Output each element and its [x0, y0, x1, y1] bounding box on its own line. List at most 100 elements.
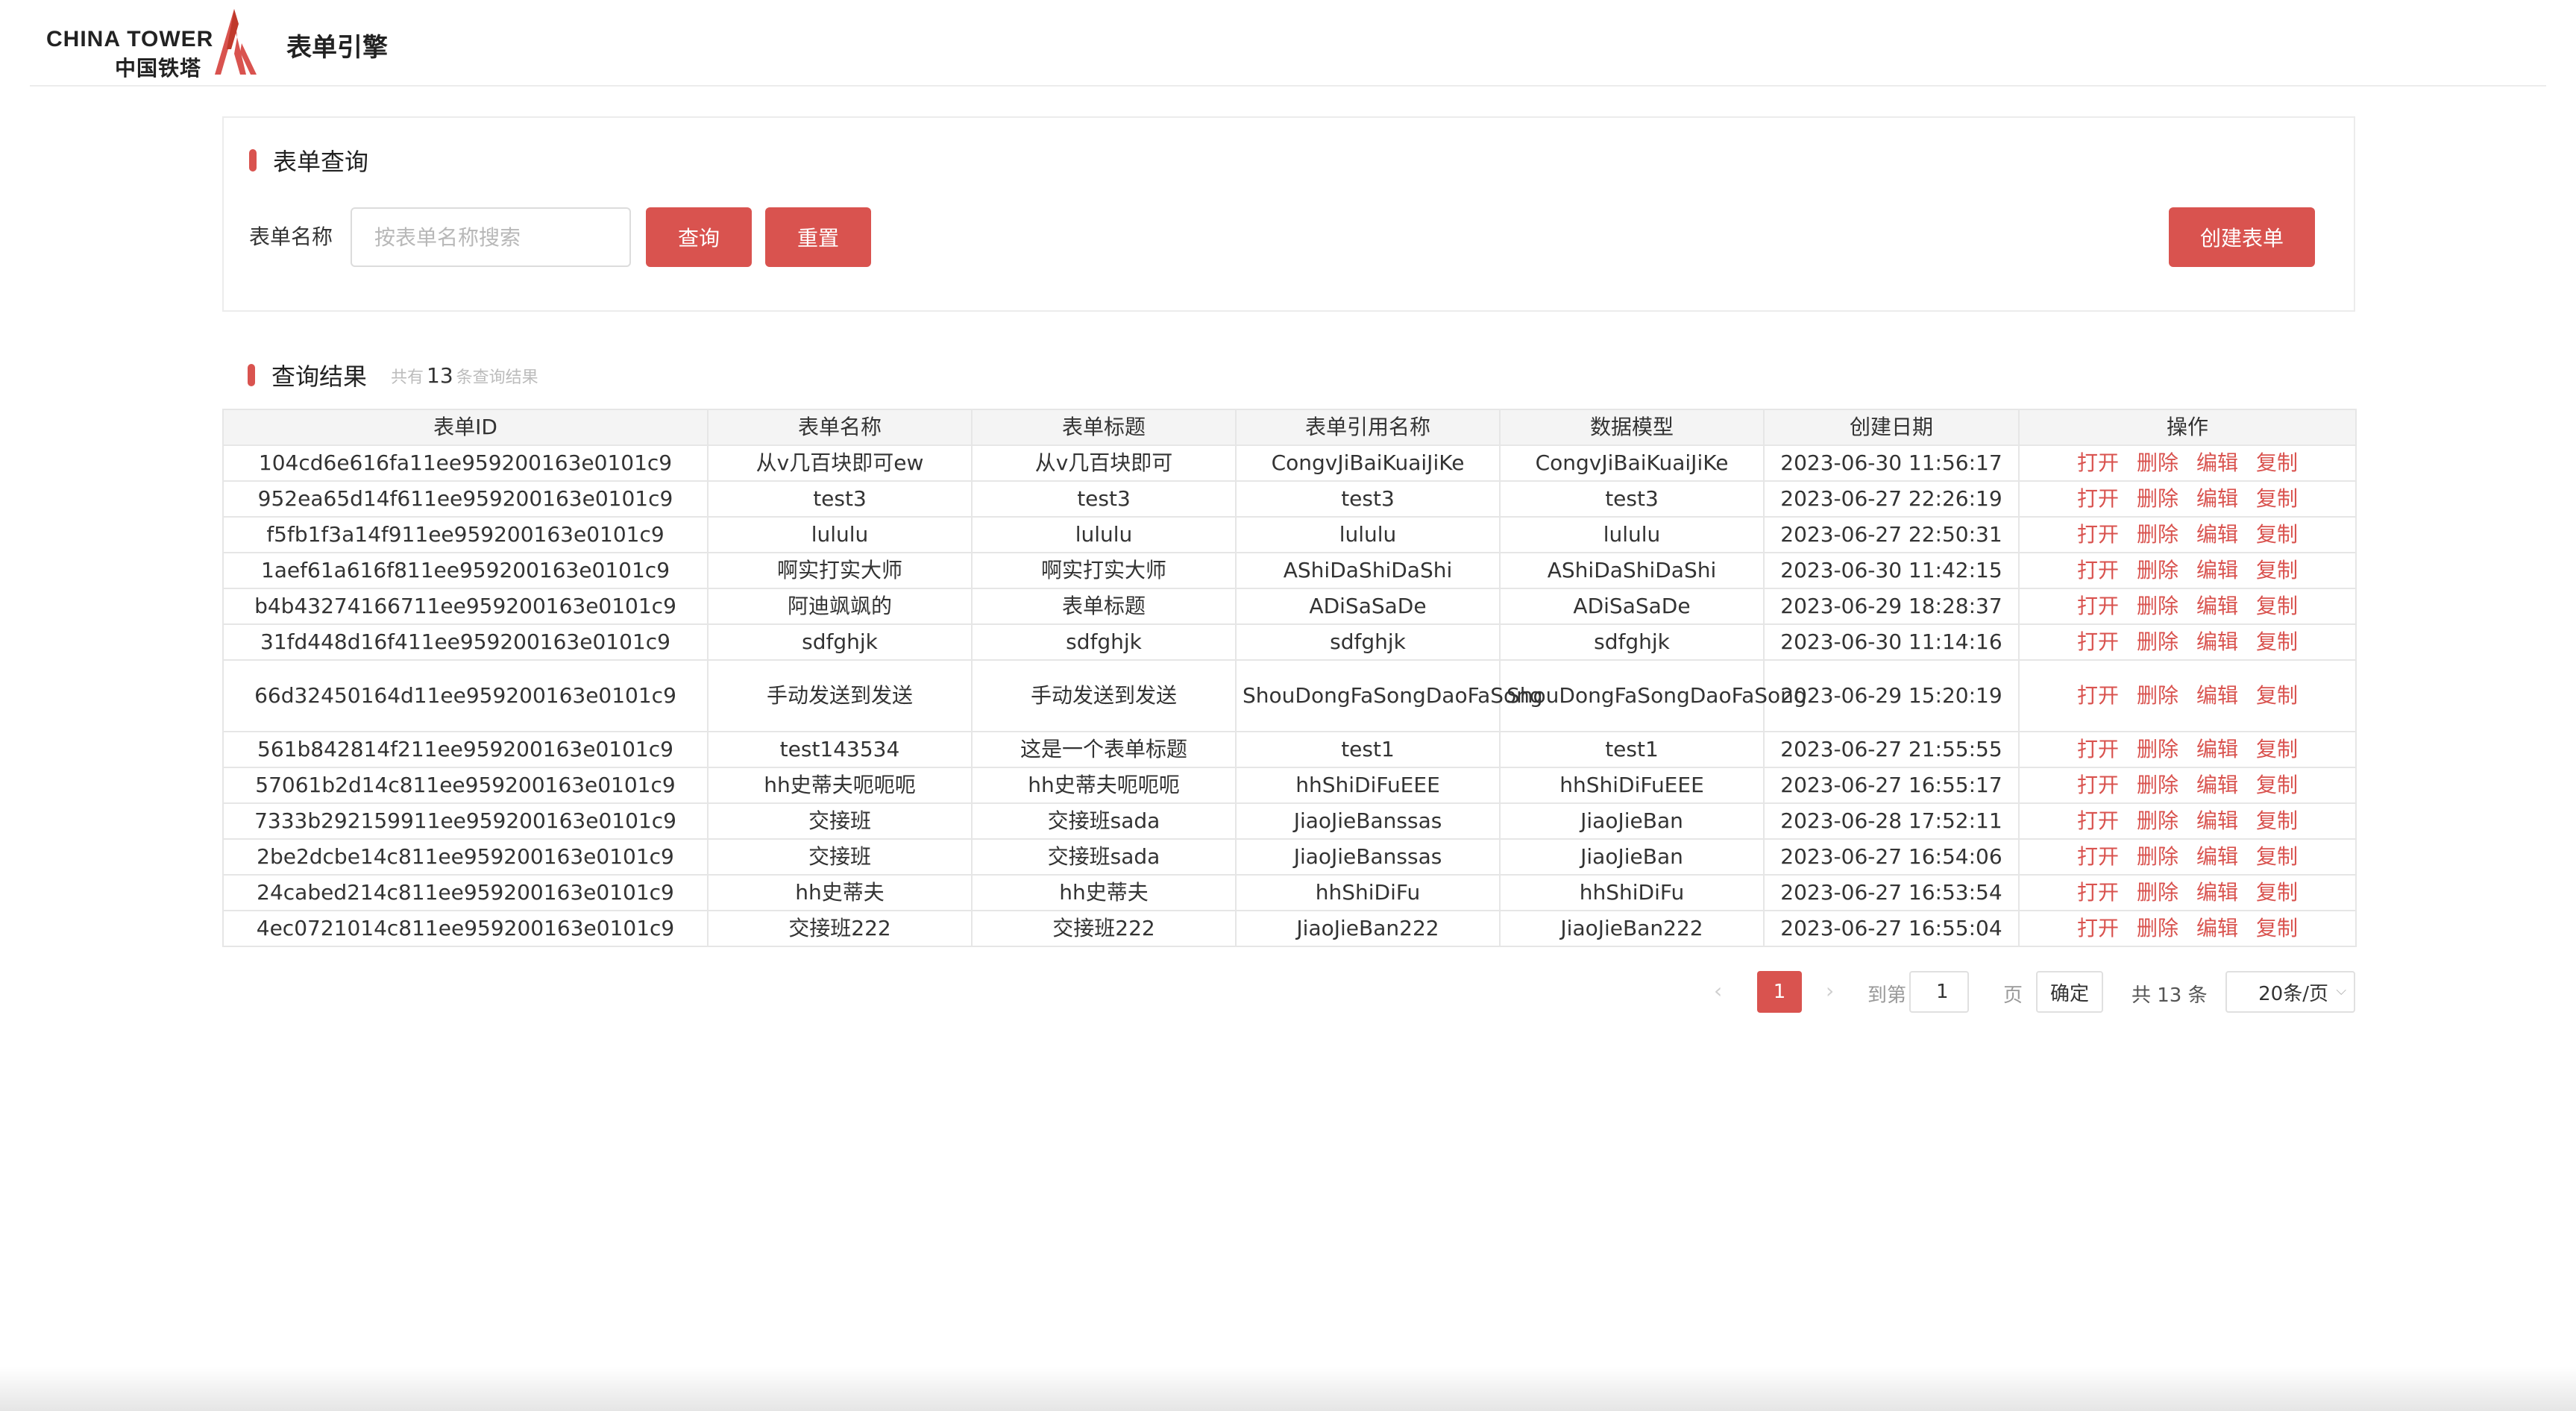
- results-table: 表单ID 表单名称 表单标题 表单引用名称 数据模型 创建日期 操作 104cd…: [222, 409, 2357, 947]
- open-link[interactable]: 打开: [2077, 594, 2119, 618]
- cell-form-ref-name: AShiDaShiDaShi: [1235, 552, 1501, 589]
- open-link[interactable]: 打开: [2077, 880, 2119, 905]
- logo-english-text: CHINA TOWER: [46, 27, 214, 51]
- delete-link[interactable]: 删除: [2137, 558, 2178, 582]
- delete-link[interactable]: 删除: [2137, 629, 2178, 654]
- edit-link[interactable]: 编辑: [2196, 808, 2238, 833]
- open-link[interactable]: 打开: [2077, 522, 2119, 547]
- edit-link[interactable]: 编辑: [2196, 629, 2238, 654]
- copy-link[interactable]: 复制: [2256, 594, 2298, 618]
- cell-form-ref-name: JiaoJieBanssas: [1235, 838, 1501, 876]
- open-link[interactable]: 打开: [2077, 486, 2119, 511]
- delete-link[interactable]: 删除: [2137, 916, 2178, 940]
- cell-form-id: f5fb1f3a14f911ee959200163e0101c9: [222, 516, 709, 553]
- table-row: 2be2dcbe14c811ee959200163e0101c9 交接班 交接班sa…: [222, 838, 2357, 876]
- delete-link[interactable]: 删除: [2137, 594, 2178, 618]
- cell-form-name: 手动发送到发送: [707, 659, 973, 732]
- delete-link[interactable]: 删除: [2137, 486, 2178, 511]
- cell-created-date: 2023-06-27 16:55:04: [1763, 910, 2020, 947]
- cell-form-title: 手动发送到发送: [971, 659, 1237, 732]
- form-name-search-input[interactable]: [351, 207, 631, 267]
- copy-link[interactable]: 复制: [2256, 522, 2298, 547]
- cell-form-title: test3: [971, 480, 1237, 518]
- china-tower-logo[interactable]: CHINA TOWER 中国铁塔: [46, 7, 260, 81]
- open-link[interactable]: 打开: [2077, 737, 2119, 761]
- open-link[interactable]: 打开: [2077, 844, 2119, 869]
- edit-link[interactable]: 编辑: [2196, 594, 2238, 618]
- copy-link[interactable]: 复制: [2256, 629, 2298, 654]
- copy-link[interactable]: 复制: [2256, 558, 2298, 582]
- delete-link[interactable]: 删除: [2137, 450, 2178, 475]
- copy-link[interactable]: 复制: [2256, 450, 2298, 475]
- copy-link[interactable]: 复制: [2256, 737, 2298, 761]
- edit-link[interactable]: 编辑: [2196, 880, 2238, 905]
- cell-data-model: lululu: [1499, 516, 1765, 553]
- cell-form-id: 952ea65d14f611ee959200163e0101c9: [222, 480, 709, 518]
- query-button[interactable]: 查询: [646, 207, 752, 267]
- goto-confirm-button[interactable]: 确定: [2036, 971, 2103, 1013]
- section-marker: [248, 364, 255, 386]
- cell-form-id: 1aef61a616f811ee959200163e0101c9: [222, 552, 709, 589]
- copy-link[interactable]: 复制: [2256, 844, 2298, 869]
- cell-actions: 打开 删除 编辑 复制: [2018, 623, 2357, 661]
- open-link[interactable]: 打开: [2077, 683, 2119, 708]
- cell-form-id: 57061b2d14c811ee959200163e0101c9: [222, 767, 709, 804]
- copy-link[interactable]: 复制: [2256, 486, 2298, 511]
- edit-link[interactable]: 编辑: [2196, 844, 2238, 869]
- delete-link[interactable]: 删除: [2137, 522, 2178, 547]
- open-link[interactable]: 打开: [2077, 558, 2119, 582]
- cell-actions: 打开 删除 编辑 复制: [2018, 480, 2357, 518]
- cell-form-ref-name: sdfghjk: [1235, 623, 1501, 661]
- cell-actions: 打开 删除 编辑 复制: [2018, 802, 2357, 840]
- cell-form-ref-name: lululu: [1235, 516, 1501, 553]
- table-row: 952ea65d14f611ee959200163e0101c9 test3 tes…: [222, 480, 2357, 518]
- edit-link[interactable]: 编辑: [2196, 773, 2238, 797]
- results-count-number: 13: [427, 362, 453, 388]
- cell-data-model: sdfghjk: [1499, 623, 1765, 661]
- cell-created-date: 2023-06-27 16:54:06: [1763, 838, 2020, 876]
- edit-link[interactable]: 编辑: [2196, 737, 2238, 761]
- edit-link[interactable]: 编辑: [2196, 486, 2238, 511]
- copy-link[interactable]: 复制: [2256, 808, 2298, 833]
- edit-link[interactable]: 编辑: [2196, 450, 2238, 475]
- cell-data-model: hhShiDiFu: [1499, 874, 1765, 911]
- goto-page-input[interactable]: [1909, 971, 1969, 1013]
- copy-link[interactable]: 复制: [2256, 916, 2298, 940]
- delete-link[interactable]: 删除: [2137, 844, 2178, 869]
- cell-form-ref-name: JiaoJieBan222: [1235, 910, 1501, 947]
- open-link[interactable]: 打开: [2077, 629, 2119, 654]
- delete-link[interactable]: 删除: [2137, 773, 2178, 797]
- page-number-current[interactable]: 1: [1757, 971, 1802, 1013]
- cell-form-title: 从v几百块即可: [971, 444, 1237, 482]
- open-link[interactable]: 打开: [2077, 808, 2119, 833]
- open-link[interactable]: 打开: [2077, 773, 2119, 797]
- open-link[interactable]: 打开: [2077, 916, 2119, 940]
- cell-form-id: 7333b292159911ee959200163e0101c9: [222, 802, 709, 840]
- delete-link[interactable]: 删除: [2137, 808, 2178, 833]
- edit-link[interactable]: 编辑: [2196, 916, 2238, 940]
- cell-form-name: sdfghjk: [707, 623, 973, 661]
- edit-link[interactable]: 编辑: [2196, 558, 2238, 582]
- cell-form-id: 66d32450164d11ee959200163e0101c9: [222, 659, 709, 732]
- edit-link[interactable]: 编辑: [2196, 683, 2238, 708]
- delete-link[interactable]: 删除: [2137, 880, 2178, 905]
- chevron-right-icon[interactable]: ›: [1826, 978, 1834, 1003]
- cell-form-ref-name: ShouDongFaSongDaoFaSong: [1235, 659, 1543, 732]
- copy-link[interactable]: 复制: [2256, 773, 2298, 797]
- create-form-button[interactable]: 创建表单: [2169, 207, 2315, 267]
- delete-link[interactable]: 删除: [2137, 737, 2178, 761]
- edit-link[interactable]: 编辑: [2196, 522, 2238, 547]
- page-size-select[interactable]: 20条/页 ⌵: [2225, 971, 2355, 1013]
- cell-form-id: 2be2dcbe14c811ee959200163e0101c9: [222, 838, 709, 876]
- open-link[interactable]: 打开: [2077, 450, 2119, 475]
- delete-link[interactable]: 删除: [2137, 683, 2178, 708]
- reset-button[interactable]: 重置: [765, 207, 871, 267]
- cell-form-title: lululu: [971, 516, 1237, 553]
- header-form-title: 表单标题: [971, 409, 1237, 446]
- cell-form-id: b4b43274166711ee959200163e0101c9: [222, 588, 709, 625]
- cell-form-ref-name: test3: [1235, 480, 1501, 518]
- copy-link[interactable]: 复制: [2256, 683, 2298, 708]
- logo-chinese-text: 中国铁塔: [115, 56, 202, 81]
- chevron-left-icon[interactable]: ‹: [1714, 978, 1722, 1003]
- copy-link[interactable]: 复制: [2256, 880, 2298, 905]
